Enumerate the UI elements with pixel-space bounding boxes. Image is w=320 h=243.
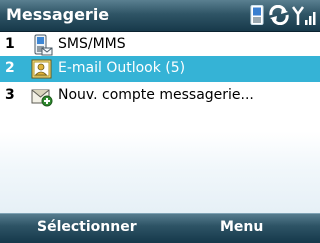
item-number: 3	[5, 87, 15, 103]
list-item-new-account[interactable]: 3 Nouv. compte messagerie...	[0, 83, 320, 109]
new-account-icon	[31, 85, 53, 107]
sms-phone-icon	[31, 34, 53, 56]
title-bar: Messagerie	[0, 0, 320, 32]
outlook-mail-icon	[31, 58, 53, 80]
select-softkey[interactable]: Sélectionner	[37, 219, 137, 235]
item-number: 2	[5, 60, 15, 76]
item-label: Nouv. compte messagerie...	[58, 87, 254, 103]
signal-icon	[291, 5, 316, 31]
phone-icon	[250, 5, 264, 29]
sync-icon	[268, 4, 290, 29]
app-title: Messagerie	[6, 5, 110, 24]
item-number: 1	[5, 36, 15, 52]
list-item-sms-mms[interactable]: 1 SMS/MMS	[0, 32, 320, 58]
item-label: SMS/MMS	[58, 36, 126, 52]
soft-key-bar: Sélectionner Menu	[0, 213, 320, 243]
list-item-email-outlook[interactable]: 2 E-mail Outlook (5)	[0, 56, 320, 82]
messaging-account-list: 1 SMS/MMS 2 E-mail Outlook (5) 3 Nouv. c…	[0, 32, 320, 213]
item-label: E-mail Outlook (5)	[58, 60, 186, 76]
menu-softkey[interactable]: Menu	[220, 219, 263, 235]
